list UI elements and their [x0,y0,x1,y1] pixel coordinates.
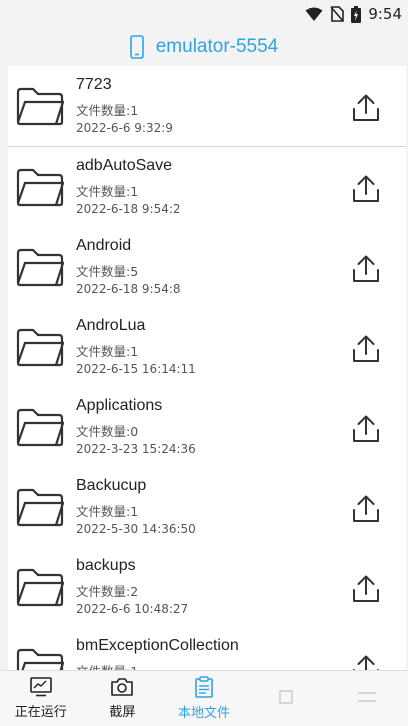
file-row[interactable]: backups 文件数量:2 2022-6-6 10:48:27 [8,547,406,628]
nav-screenshot[interactable]: 截屏 [82,671,164,726]
file-name: 7723 [76,76,112,93]
upload-icon[interactable] [352,253,380,283]
file-row[interactable]: bmExceptionCollection 文件数量:1 [8,627,406,670]
upload-icon[interactable] [352,333,380,363]
nav-label: 截屏 [109,705,136,720]
device-title: emulator-5554 [155,36,279,57]
file-row[interactable]: AndroLua 文件数量:1 2022-6-15 16:14:11 [8,307,406,388]
file-name: adbAutoSave [76,157,173,174]
folder-icon [16,168,64,207]
file-row[interactable]: 7723 文件数量:1 2022-6-6 9:32:9 [8,66,406,147]
file-name: Backucup [76,477,147,494]
bottom-nav: 正在运行 截屏 本地文件 [0,670,408,726]
folder-icon [16,568,64,607]
file-name: bmExceptionCollection [76,637,239,654]
file-name: Android [76,237,132,254]
status-icons: 9:54 [305,5,402,23]
folder-icon [16,408,64,447]
status-bar: 9:54 [0,0,408,30]
file-date: 2022-6-6 10:48:27 [76,602,189,616]
file-date: 2022-6-18 9:54:8 [76,282,181,296]
file-count: 文件数量:1 [76,103,139,118]
upload-icon[interactable] [352,573,380,603]
file-count: 文件数量:5 [76,264,139,279]
file-count: 文件数量:1 [76,184,139,199]
battery-icon [351,5,362,23]
transfer-icon [278,689,293,704]
file-row[interactable]: Applications 文件数量:0 2022-3-23 15:24:36 [8,387,406,468]
no-sim-icon [330,6,345,22]
file-list[interactable]: 7723 文件数量:1 2022-6-6 9:32:9 adbAutoSave … [0,66,408,670]
status-time: 9:54 [368,5,402,23]
file-name: backups [76,557,136,574]
phone-icon [129,35,144,59]
folder-icon [16,488,64,527]
file-name: Applications [76,397,163,414]
upload-icon[interactable] [352,653,380,670]
nav-label: 本地文件 [177,706,230,721]
clipboard-icon [195,676,213,698]
file-date: 2022-6-18 9:54:2 [76,202,181,216]
file-row[interactable]: Android 文件数量:5 2022-6-18 9:54:8 [8,227,406,308]
nav-label: 正在运行 [14,705,67,720]
more-icon [358,691,377,702]
file-count: 文件数量:1 [76,344,139,359]
wifi-icon [305,7,323,21]
folder-icon [16,248,64,287]
nav-transfer[interactable] [245,671,327,726]
upload-icon[interactable] [352,173,380,203]
nav-running[interactable]: 正在运行 [0,671,82,726]
file-date: 2022-3-23 15:24:36 [76,442,196,456]
folder-icon [16,87,64,126]
file-count: 文件数量:0 [76,424,139,439]
file-count: 文件数量:1 [76,661,138,670]
upload-icon[interactable] [352,413,380,443]
upload-icon[interactable] [352,493,380,523]
header: emulator-5554 [0,30,408,64]
folder-icon [16,648,64,670]
nav-more[interactable] [326,671,408,726]
camera-icon [111,678,134,696]
file-row[interactable]: Backucup 文件数量:1 2022-5-30 14:36:50 [8,467,406,548]
upload-icon[interactable] [352,92,380,122]
file-date: 2022-6-6 9:32:9 [76,121,173,135]
file-date: 2022-6-15 16:14:11 [76,362,196,376]
file-row[interactable]: adbAutoSave 文件数量:1 2022-6-18 9:54:2 [8,147,406,228]
file-count: 文件数量:2 [76,584,139,599]
nav-local-files[interactable]: 本地文件 [163,671,245,726]
folder-icon [16,328,64,367]
file-count: 文件数量:1 [76,504,139,519]
monitor-icon [29,677,52,697]
file-date: 2022-5-30 14:36:50 [76,522,196,536]
file-name: AndroLua [76,317,146,334]
